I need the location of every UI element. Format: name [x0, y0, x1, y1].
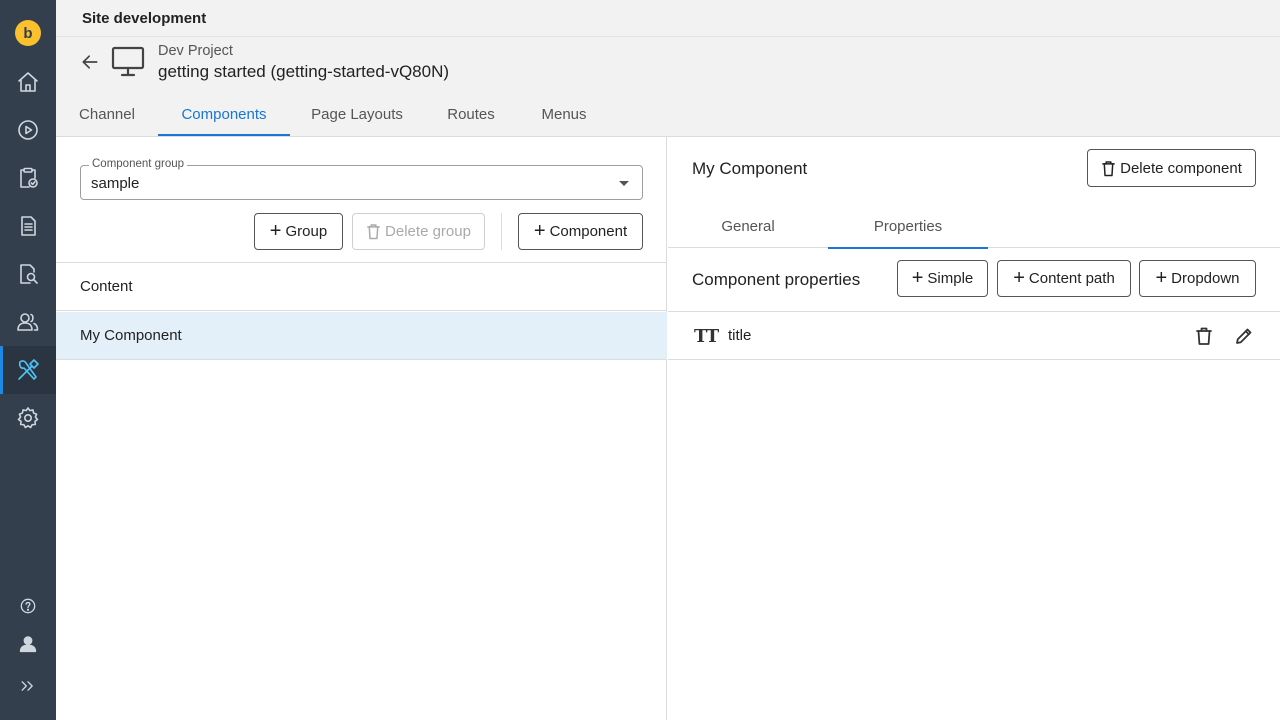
plus-icon: +: [533, 219, 546, 242]
add-component-label: Component: [549, 223, 628, 240]
add-dropdown-property-button[interactable]: + Dropdown: [1139, 260, 1256, 297]
detail-tabs: General Properties: [668, 205, 1280, 249]
tab-channel[interactable]: Channel: [56, 92, 158, 136]
component-list-panel: Component group sample + Group Delete gr…: [56, 137, 667, 720]
property-row[interactable]: TT title: [668, 311, 1280, 360]
delete-component-label: Delete component: [1120, 159, 1242, 177]
trash-icon: [1196, 327, 1212, 345]
delete-component-button[interactable]: Delete component: [1087, 149, 1256, 187]
logo-letter: b: [23, 24, 33, 42]
delete-property-button[interactable]: [1192, 324, 1216, 348]
edit-property-button[interactable]: [1232, 324, 1256, 348]
sidebar-play-icon[interactable]: [0, 106, 56, 154]
sidebar-document-icon[interactable]: [0, 202, 56, 250]
component-group-label: Component group: [89, 158, 188, 170]
add-dropdown-label: Dropdown: [1171, 270, 1240, 287]
component-group-select[interactable]: Component group sample: [80, 158, 643, 200]
sidebar: b: [0, 0, 56, 720]
pencil-icon: [1236, 328, 1252, 344]
section-title: Component properties: [692, 270, 861, 289]
sidebar-clipboard-check-icon[interactable]: [0, 154, 56, 202]
sidebar-expand-icon[interactable]: [0, 662, 56, 710]
plus-icon: +: [911, 266, 924, 289]
tab-routes[interactable]: Routes: [424, 92, 518, 136]
sidebar-user-icon[interactable]: [0, 620, 56, 668]
component-title: My Component: [692, 159, 808, 178]
monitor-icon: [110, 44, 146, 80]
header: Site development Dev Project getting sta…: [56, 0, 1280, 137]
add-group-label: Group: [285, 223, 328, 240]
add-simple-label: Simple: [927, 270, 974, 287]
list-item-content[interactable]: Content: [56, 263, 667, 311]
tab-properties[interactable]: Properties: [828, 205, 988, 249]
component-detail-panel: My Component Delete component General Pr…: [668, 137, 1280, 720]
text-type-icon: TT: [694, 326, 719, 347]
tab-components[interactable]: Components: [158, 92, 290, 136]
sidebar-tools-icon[interactable]: [0, 346, 56, 394]
sidebar-gear-icon[interactable]: [0, 394, 56, 442]
plus-icon: +: [1155, 266, 1168, 289]
sidebar-users-icon[interactable]: [0, 298, 56, 346]
tab-general[interactable]: General: [668, 205, 828, 248]
plus-icon: +: [269, 219, 282, 242]
trash-icon: [1102, 160, 1115, 176]
app-title: Site development: [82, 10, 207, 27]
add-component-button[interactable]: + Component: [518, 213, 643, 250]
sidebar-home-icon[interactable]: [0, 58, 56, 106]
property-name: title: [728, 327, 752, 344]
add-simple-property-button[interactable]: + Simple: [897, 260, 988, 297]
component-group-value: sample: [91, 175, 140, 192]
add-content-path-label: Content path: [1028, 270, 1115, 287]
caret-down-icon: [619, 181, 629, 186]
add-group-button[interactable]: + Group: [254, 213, 343, 250]
plus-icon: +: [1013, 266, 1025, 289]
back-button[interactable]: [78, 50, 102, 74]
project-name: Dev Project: [158, 43, 233, 59]
add-content-path-property-button[interactable]: + Content path: [997, 260, 1131, 297]
channel-name: getting started (getting-started-vQ80N): [158, 62, 450, 81]
header-divider: [56, 36, 1280, 37]
app-logo[interactable]: b: [15, 20, 41, 46]
list-item-my-component[interactable]: My Component: [56, 312, 667, 360]
delete-group-label: Delete group: [385, 223, 471, 240]
tab-menus[interactable]: Menus: [518, 92, 610, 136]
button-separator: [501, 213, 502, 250]
sidebar-document-search-icon[interactable]: [0, 250, 56, 298]
main-tabs: Channel Components Page Layouts Routes M…: [56, 92, 610, 136]
arrow-left-icon: [82, 55, 98, 69]
tab-page-layouts[interactable]: Page Layouts: [290, 92, 424, 136]
trash-icon: [367, 224, 380, 240]
delete-group-button[interactable]: Delete group: [352, 213, 485, 250]
